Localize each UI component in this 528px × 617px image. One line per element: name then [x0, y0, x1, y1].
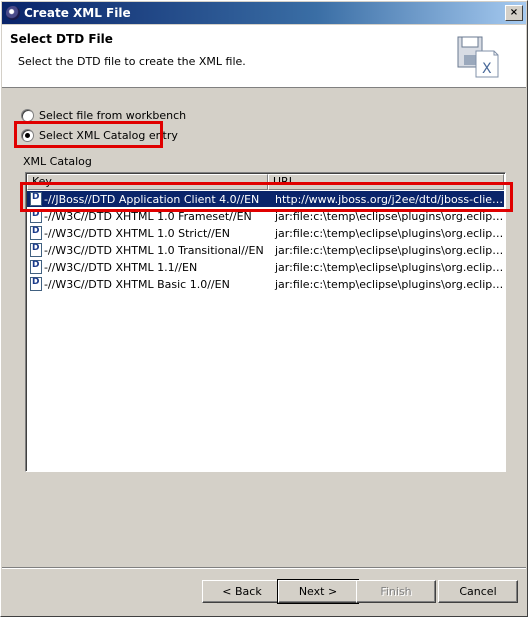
svg-text:X: X	[482, 61, 492, 77]
finish-button[interactable]: Finish	[356, 580, 436, 603]
window-title: Create XML File	[24, 6, 131, 20]
dtd-file-icon	[30, 260, 42, 274]
row-uri: http://www.jboss.org/j2ee/dtd/jboss-clie…	[274, 192, 504, 206]
cancel-button[interactable]: Cancel	[438, 580, 518, 603]
create-xml-file-dialog: Create XML File × Select DTD File Select…	[0, 0, 528, 617]
row-key: -//W3C//DTD XHTML 1.0 Frameset//EN	[43, 209, 252, 223]
dtd-file-icon	[30, 209, 42, 223]
table-row[interactable]: -//W3C//DTD XHTML Basic 1.0//EN jar:file:…	[27, 276, 504, 292]
page-title: Select DTD File	[10, 32, 113, 46]
close-icon[interactable]: ×	[505, 5, 523, 21]
row-key: -//JBoss//DTD Application Client 4.0//EN	[43, 192, 260, 206]
title-bar[interactable]: Create XML File ×	[2, 2, 526, 24]
catalog-radio-label: Select XML Catalog entry	[39, 128, 178, 142]
row-key: -//W3C//DTD XHTML 1.1//EN	[43, 260, 198, 274]
row-uri: jar:file:c:\temp\eclipse\plugins\org.ecl…	[274, 209, 504, 223]
column-header-uri[interactable]: URI	[268, 174, 504, 190]
page-description: Select the DTD file to create the XML fi…	[18, 55, 246, 68]
dtd-file-icon	[30, 243, 42, 257]
row-uri: jar:file:c:\temp\eclipse\plugins\org.ecl…	[274, 277, 504, 291]
catalog-radio-button[interactable]	[21, 128, 34, 142]
row-key: -//W3C//DTD XHTML Basic 1.0//EN	[43, 277, 230, 291]
xml-file-wizard-icon: X	[457, 36, 499, 78]
dtd-file-icon	[30, 277, 42, 291]
wizard-header: Select DTD File Select the DTD file to c…	[2, 25, 526, 88]
button-bar-separator	[2, 567, 526, 569]
table-row[interactable]: -//W3C//DTD XHTML 1.0 Transitional//EN ja…	[27, 242, 504, 258]
radio-select-from-workbench[interactable]: Select file from workbench	[21, 107, 186, 123]
dtd-file-icon	[30, 192, 42, 206]
workbench-radio-label: Select file from workbench	[39, 108, 187, 122]
xml-catalog-table[interactable]: Key URI -//JBoss//DTD Application Client…	[25, 172, 506, 472]
row-key: -//W3C//DTD XHTML 1.0 Strict//EN	[43, 226, 230, 240]
back-button[interactable]: < Back	[202, 580, 282, 603]
column-header-key[interactable]: Key	[27, 174, 268, 190]
table-header: Key URI	[27, 174, 504, 190]
table-row[interactable]: -//W3C//DTD XHTML 1.0 Frameset//EN jar:fi…	[27, 208, 504, 224]
next-button[interactable]: Next >	[277, 579, 359, 604]
table-row[interactable]: -//JBoss//DTD Application Client 4.0//EN…	[27, 191, 504, 207]
eclipse-icon	[6, 6, 20, 20]
row-uri: jar:file:c:\temp\eclipse\plugins\org.ecl…	[274, 243, 504, 257]
table-row[interactable]: -//W3C//DTD XHTML 1.1//EN jar:file:c:\tem…	[27, 259, 504, 275]
xml-catalog-label: XML Catalog	[23, 155, 92, 168]
radio-select-xml-catalog[interactable]: Select XML Catalog entry	[21, 127, 178, 143]
table-row[interactable]: -//W3C//DTD XHTML 1.0 Strict//EN jar:file…	[27, 225, 504, 241]
workbench-radio-button[interactable]	[21, 108, 34, 122]
row-uri: jar:file:c:\temp\eclipse\plugins\org.ecl…	[274, 226, 504, 240]
row-key: -//W3C//DTD XHTML 1.0 Transitional//EN	[43, 243, 264, 257]
row-uri: jar:file:c:\temp\eclipse\plugins\org.ecl…	[274, 260, 504, 274]
dtd-file-icon	[30, 226, 42, 240]
